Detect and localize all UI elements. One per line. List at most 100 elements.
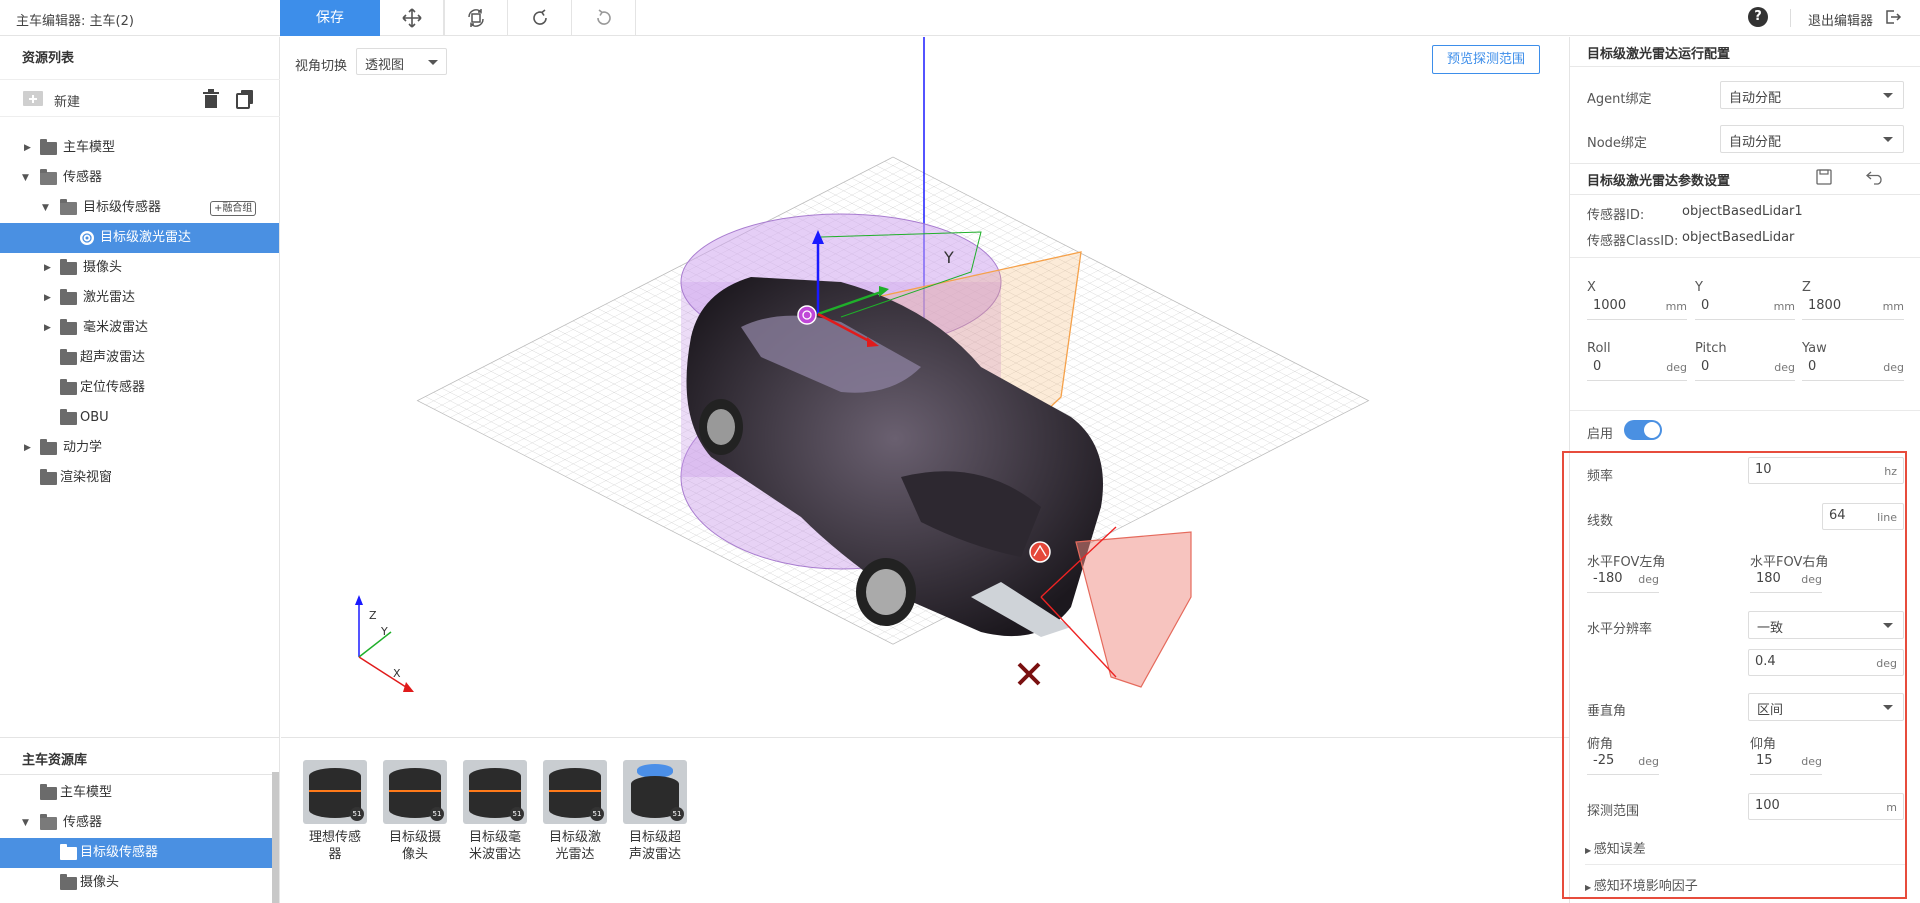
- tree-item-sensors[interactable]: ▼ 传感器: [0, 163, 279, 193]
- enable-toggle[interactable]: [1624, 420, 1662, 440]
- env-factor-expander[interactable]: ▶ 感知环境影响因子: [1585, 875, 1698, 894]
- collapse-arrow-icon[interactable]: ▼: [22, 163, 29, 193]
- roll-value: 0: [1593, 359, 1602, 374]
- expand-arrow-icon[interactable]: ▶: [24, 133, 31, 163]
- depression-unit: deg: [1638, 755, 1659, 768]
- hfov-right-input[interactable]: 180 deg: [1750, 566, 1822, 593]
- library-item-sensors[interactable]: ▼ 传感器: [0, 808, 279, 838]
- delete-handle-icon[interactable]: [1017, 662, 1041, 686]
- folder-icon: [60, 379, 77, 395]
- collapse-arrow-icon[interactable]: ▼: [42, 193, 49, 223]
- expand-arrow-icon[interactable]: ▶: [24, 433, 31, 463]
- expand-arrow-icon[interactable]: ▶: [44, 283, 51, 313]
- expand-arrow-icon: ▶: [1585, 883, 1594, 892]
- tree-item-obu[interactable]: OBU: [0, 403, 279, 433]
- undo-button[interactable]: [572, 0, 636, 36]
- save-button[interactable]: 保存: [280, 0, 380, 36]
- vertical-angle-mode-select[interactable]: 区间: [1748, 693, 1904, 721]
- tree-item-object-lidar[interactable]: 目标级激光雷达: [0, 223, 279, 253]
- sensor-card-ideal[interactable]: 51 理想传感器: [303, 760, 367, 863]
- lines-input[interactable]: 64 line: [1822, 503, 1904, 530]
- perception-error-expander[interactable]: ▶ 感知误差: [1585, 838, 1646, 857]
- collapse-arrow-icon[interactable]: ▼: [22, 808, 29, 838]
- preview-range-button[interactable]: 预览探测范围: [1432, 45, 1540, 74]
- node-binding-select[interactable]: 自动分配: [1720, 125, 1904, 153]
- z-input[interactable]: 1800 mm: [1802, 293, 1904, 320]
- sensor-card-object-camera[interactable]: 51 目标级摄 像头: [383, 760, 447, 863]
- fusion-group-button[interactable]: +融合组: [210, 201, 257, 216]
- tree-item-render-viewport[interactable]: 渲染视窗: [0, 463, 279, 493]
- tree-item-vehicle-model[interactable]: ▶ 主车模型: [0, 133, 279, 163]
- copy-icon[interactable]: [236, 89, 254, 109]
- x-input[interactable]: 1000 mm: [1587, 293, 1687, 320]
- tree-item-lidar[interactable]: ▶ 激光雷达: [0, 283, 279, 313]
- vehicle-library: 主车资源库 主车模型 ▼ 传感器 目标级传感器 摄像头: [0, 737, 280, 903]
- tree-item-label: 传感器: [63, 815, 103, 830]
- undo-icon: [596, 9, 611, 25]
- expand-arrow-icon[interactable]: ▶: [44, 313, 51, 343]
- sensor-card-object-ultrasonic[interactable]: 51 目标级超 声波雷达: [623, 760, 687, 863]
- library-scrollbar[interactable]: [272, 772, 279, 903]
- folder-icon: [60, 409, 77, 425]
- tree-item-dynamics[interactable]: ▶ 动力学: [0, 433, 279, 463]
- depression-input[interactable]: -25 deg: [1587, 748, 1659, 775]
- agent-binding-select[interactable]: 自动分配: [1720, 81, 1904, 109]
- folder-icon: [60, 874, 77, 890]
- view-mode-select[interactable]: 透视图: [356, 48, 447, 75]
- sensor-thumbnail: 51: [463, 760, 527, 824]
- class-id-value: objectBasedLidar: [1682, 230, 1795, 245]
- hfov-left-input[interactable]: -180 deg: [1587, 566, 1659, 593]
- tree-item-ultrasonic-radar[interactable]: 超声波雷达: [0, 343, 279, 373]
- redo-button[interactable]: [508, 0, 572, 36]
- h-resolution-mode-select[interactable]: 一致: [1748, 611, 1904, 639]
- rotate-tool-button[interactable]: [444, 0, 508, 36]
- move-tool-button[interactable]: [380, 0, 444, 36]
- pitch-value: 0: [1701, 359, 1710, 374]
- new-button[interactable]: 新建: [54, 91, 80, 110]
- sensor-thumbnail: 51: [383, 760, 447, 824]
- pitch-input[interactable]: 0 deg: [1695, 354, 1795, 381]
- sensor-thumbnail: 51: [543, 760, 607, 824]
- delete-icon[interactable]: [202, 89, 220, 109]
- tree-item-camera[interactable]: ▶ 摄像头: [0, 253, 279, 283]
- tree-item-label: 摄像头: [80, 875, 120, 890]
- range-input[interactable]: 100 m: [1748, 793, 1904, 820]
- library-item-object-sensors[interactable]: 目标级传感器: [0, 838, 272, 868]
- new-folder-icon[interactable]: [22, 89, 44, 107]
- h-resolution-input[interactable]: 0.4 deg: [1748, 649, 1904, 676]
- tree-item-label: 目标级激光雷达: [100, 230, 192, 245]
- section-divider: [1570, 410, 1920, 411]
- sensor-thumbnail: 51: [623, 760, 687, 824]
- depression-value: -25: [1593, 753, 1615, 768]
- sensor-card-object-mmwave[interactable]: 51 目标级毫 米波雷达: [463, 760, 527, 863]
- scene-canvas[interactable]: Y Z Y X: [281, 37, 1569, 737]
- frequency-input[interactable]: 10 hz: [1748, 457, 1904, 484]
- sensor-badge: 51: [590, 807, 604, 821]
- tree-item-label: 激光雷达: [83, 290, 136, 305]
- library-item-camera[interactable]: 摄像头: [0, 868, 272, 898]
- y-unit: mm: [1773, 300, 1795, 313]
- roll-input[interactable]: 0 deg: [1587, 354, 1687, 381]
- folder-icon: [40, 784, 57, 800]
- chevron-down-icon: [428, 60, 438, 65]
- elevation-input[interactable]: 15 deg: [1750, 748, 1822, 775]
- x-value: 1000: [1593, 298, 1627, 313]
- library-item-vehicle-model[interactable]: 主车模型: [0, 778, 279, 808]
- tree-item-object-sensors[interactable]: ▼ 目标级传感器 +融合组: [0, 193, 279, 223]
- tree-item-mmwave-radar[interactable]: ▶ 毫米波雷达: [0, 313, 279, 343]
- expand-arrow-icon[interactable]: ▶: [44, 253, 51, 283]
- tree-item-label: 摄像头: [83, 260, 123, 275]
- tree-item-positioning-sensor[interactable]: 定位传感器: [0, 373, 279, 403]
- exit-editor-button[interactable]: 退出编辑器: [1808, 10, 1873, 29]
- gizmo-y-label: Y: [380, 625, 388, 638]
- save-params-icon[interactable]: [1816, 169, 1832, 185]
- y-input[interactable]: 0 mm: [1695, 293, 1795, 320]
- agent-binding-value: 自动分配: [1729, 91, 1782, 106]
- sensor-name-line1: 目标级毫: [468, 830, 521, 845]
- reset-params-icon[interactable]: [1866, 169, 1884, 185]
- sensor-card-object-lidar[interactable]: 51 目标级激 光雷达: [543, 760, 607, 863]
- help-icon[interactable]: ?: [1748, 7, 1768, 27]
- exit-icon[interactable]: [1884, 8, 1902, 26]
- 3d-viewport[interactable]: Y Z Y X 视角切换 透视图 预览探测范围: [281, 37, 1569, 737]
- yaw-input[interactable]: 0 deg: [1802, 354, 1904, 381]
